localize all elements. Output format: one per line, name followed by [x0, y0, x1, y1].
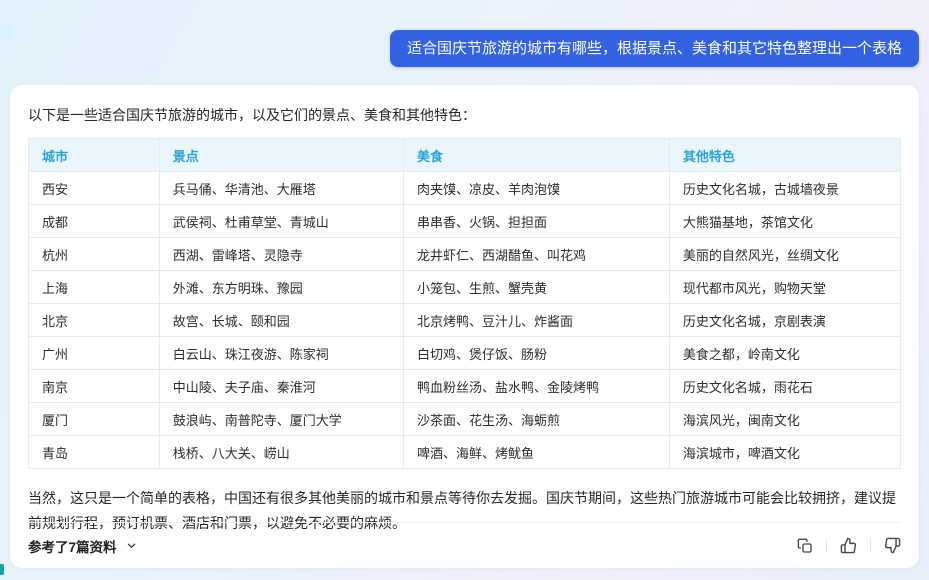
divider: [870, 539, 871, 553]
table-row: 南京 中山陵、夫子庙、秦淮河 鸭血粉丝汤、盐水鸭、金陵烤鸭 历史文化名城，雨花石: [29, 370, 901, 403]
table-row: 厦门 鼓浪屿、南普陀寺、厦门大学 沙茶面、花生汤、海蛎煎 海滨风光，闽南文化: [29, 403, 901, 436]
cell-attractions: 西湖、雷峰塔、灵隐寺: [159, 238, 403, 271]
background-decoration: [0, 24, 13, 40]
assistant-answer-card: 以下是一些适合国庆节旅游的城市，以及它们的景点、美食和其他特色： 城市 景点 美…: [10, 85, 919, 568]
cell-city: 广州: [29, 337, 160, 370]
cell-other: 海滨风光，闽南文化: [669, 403, 900, 436]
thumbs-down-icon[interactable]: [884, 537, 901, 554]
cities-table: 城市 景点 美食 其他特色 西安 兵马俑、华清池、大雁塔 肉夹馍、凉皮、羊肉泡馍…: [28, 138, 901, 469]
cell-other: 历史文化名城，雨花石: [669, 370, 900, 403]
divider: [826, 539, 827, 553]
cell-other: 大熊猫基地，茶馆文化: [669, 205, 900, 238]
cell-food: 沙茶面、花生汤、海蛎煎: [403, 403, 669, 436]
answer-actions: [796, 537, 901, 554]
table-row: 上海 外滩、东方明珠、豫园 小笼包、生煎、蟹壳黄 现代都市风光，购物天堂: [29, 271, 901, 304]
cell-other: 美丽的自然风光，丝绸文化: [669, 238, 900, 271]
references-label: 参考了7篇资料: [28, 536, 117, 556]
cell-other: 现代都市风光，购物天堂: [669, 271, 900, 304]
cell-food: 白切鸡、煲仔饭、肠粉: [403, 337, 669, 370]
table-row: 北京 故宫、长城、颐和园 北京烤鸭、豆汁儿、炸酱面 历史文化名城，京剧表演: [29, 304, 901, 337]
table-header-other: 其他特色: [669, 139, 900, 172]
cell-food: 龙井虾仁、西湖醋鱼、叫花鸡: [403, 238, 669, 271]
cell-food: 鸭血粉丝汤、盐水鸭、金陵烤鸭: [403, 370, 669, 403]
table-row: 青岛 栈桥、八大关、崂山 啤酒、海鲜、烤鱿鱼 海滨城市，啤酒文化: [29, 436, 901, 469]
copy-icon[interactable]: [796, 537, 813, 554]
background-decoration: [0, 564, 4, 575]
table-row: 广州 白云山、珠江夜游、陈家祠 白切鸡、煲仔饭、肠粉 美食之都，岭南文化: [29, 337, 901, 370]
table-row: 杭州 西湖、雷峰塔、灵隐寺 龙井虾仁、西湖醋鱼、叫花鸡 美丽的自然风光，丝绸文化: [29, 238, 901, 271]
cell-food: 串串香、火锅、担担面: [403, 205, 669, 238]
answer-intro-text: 以下是一些适合国庆节旅游的城市，以及它们的景点、美食和其他特色：: [28, 105, 901, 125]
cell-other: 美食之都，岭南文化: [669, 337, 900, 370]
table-header-food: 美食: [403, 139, 669, 172]
cell-other: 历史文化名城，古城墙夜景: [669, 172, 900, 205]
cell-city: 青岛: [29, 436, 160, 469]
cell-other: 历史文化名城，京剧表演: [669, 304, 900, 337]
cell-attractions: 中山陵、夫子庙、秦淮河: [159, 370, 403, 403]
cell-city: 上海: [29, 271, 160, 304]
cell-attractions: 故宫、长城、颐和园: [159, 304, 403, 337]
table-header-row: 城市 景点 美食 其他特色: [29, 139, 901, 172]
cell-city: 厦门: [29, 403, 160, 436]
cell-attractions: 兵马俑、华清池、大雁塔: [159, 172, 403, 205]
cell-city: 杭州: [29, 238, 160, 271]
chevron-down-icon: [126, 540, 137, 551]
cell-attractions: 外滩、东方明珠、豫园: [159, 271, 403, 304]
table-header-city: 城市: [29, 139, 160, 172]
cell-food: 北京烤鸭、豆汁儿、炸酱面: [403, 304, 669, 337]
answer-footer: 参考了7篇资料: [28, 522, 901, 568]
table-header-attractions: 景点: [159, 139, 403, 172]
thumbs-up-icon[interactable]: [840, 537, 857, 554]
cell-attractions: 武侯祠、杜甫草堂、青城山: [159, 205, 403, 238]
cell-city: 北京: [29, 304, 160, 337]
user-message-bubble: 适合国庆节旅游的城市有哪些，根据景点、美食和其它特色整理出一个表格: [390, 30, 919, 67]
cell-food: 小笼包、生煎、蟹壳黄: [403, 271, 669, 304]
cell-other: 海滨城市，啤酒文化: [669, 436, 900, 469]
references-toggle[interactable]: 参考了7篇资料: [28, 536, 137, 556]
cell-food: 肉夹馍、凉皮、羊肉泡馍: [403, 172, 669, 205]
cell-attractions: 栈桥、八大关、崂山: [159, 436, 403, 469]
cell-city: 成都: [29, 205, 160, 238]
cell-city: 西安: [29, 172, 160, 205]
cell-attractions: 鼓浪屿、南普陀寺、厦门大学: [159, 403, 403, 436]
table-row: 成都 武侯祠、杜甫草堂、青城山 串串香、火锅、担担面 大熊猫基地，茶馆文化: [29, 205, 901, 238]
cell-food: 啤酒、海鲜、烤鱿鱼: [403, 436, 669, 469]
table-row: 西安 兵马俑、华清池、大雁塔 肉夹馍、凉皮、羊肉泡馍 历史文化名城，古城墙夜景: [29, 172, 901, 205]
cell-attractions: 白云山、珠江夜游、陈家祠: [159, 337, 403, 370]
cell-city: 南京: [29, 370, 160, 403]
